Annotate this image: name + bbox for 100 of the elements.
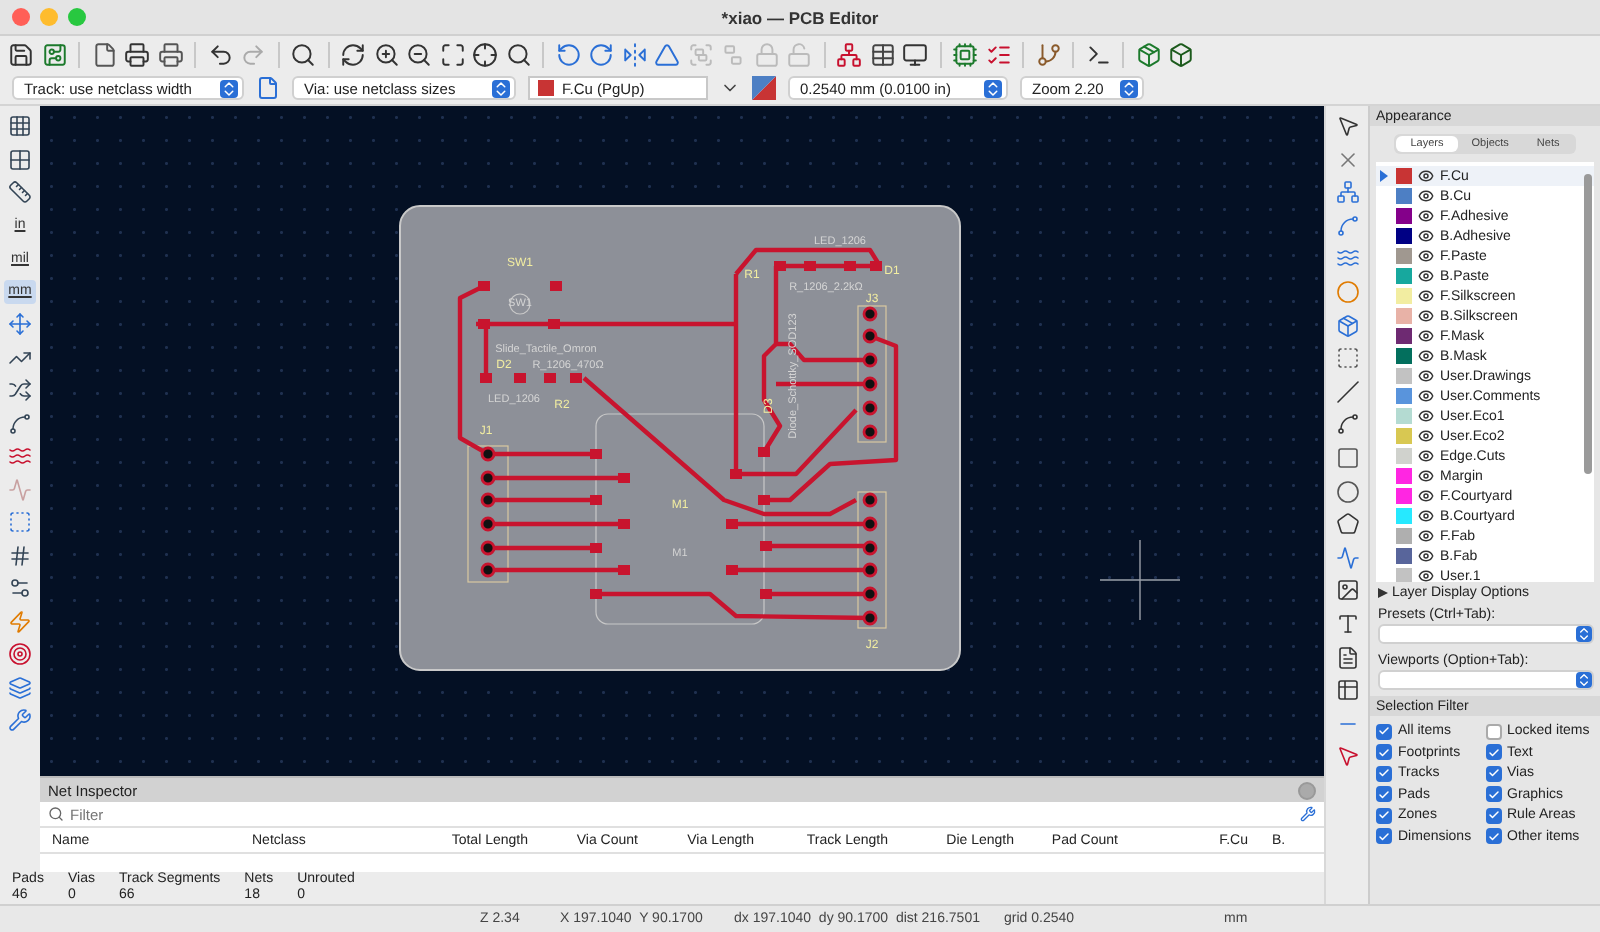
layers-icon[interactable] xyxy=(8,675,32,699)
circle-icon[interactable] xyxy=(1335,479,1359,504)
eye-icon[interactable] xyxy=(1418,488,1434,504)
checkbox[interactable] xyxy=(1485,744,1501,761)
eye-icon[interactable] xyxy=(1418,228,1434,244)
layer-color-swatch[interactable] xyxy=(1396,408,1412,424)
eye-icon[interactable] xyxy=(1418,548,1434,564)
image-icon[interactable] xyxy=(1335,578,1359,603)
checkbox[interactable] xyxy=(1485,723,1501,740)
layer-color-swatch[interactable] xyxy=(1396,528,1412,544)
net-icon[interactable] xyxy=(836,41,862,67)
layer-color-swatch[interactable] xyxy=(1396,288,1412,304)
file-icon[interactable] xyxy=(91,41,117,67)
eye-icon[interactable] xyxy=(1418,288,1434,304)
checkbox[interactable] xyxy=(1376,786,1392,803)
ruler-icon[interactable] xyxy=(8,180,32,204)
checkbox[interactable] xyxy=(1485,765,1501,782)
settings-icon[interactable] xyxy=(8,576,32,600)
eye-icon[interactable] xyxy=(1418,368,1434,384)
polygon-icon[interactable] xyxy=(1335,512,1359,537)
checkbox[interactable] xyxy=(1485,786,1501,803)
terminal-icon[interactable] xyxy=(1085,41,1111,67)
grid-icon[interactable] xyxy=(8,114,32,138)
eye-icon[interactable] xyxy=(1418,448,1434,464)
wrench-icon[interactable] xyxy=(8,708,32,732)
package-icon[interactable] xyxy=(1135,41,1161,67)
zoom-out-icon[interactable] xyxy=(406,41,432,67)
eye-icon[interactable] xyxy=(1418,208,1434,224)
flip-icon[interactable] xyxy=(621,41,647,67)
zoom-fit-icon[interactable] xyxy=(439,41,465,67)
layer-color-swatch[interactable] xyxy=(1396,388,1412,404)
box-icon[interactable] xyxy=(1168,41,1194,67)
refresh-icon[interactable] xyxy=(340,41,366,67)
textbox-icon[interactable] xyxy=(1335,645,1359,669)
circuit-board-icon[interactable] xyxy=(41,41,67,67)
checkbox[interactable] xyxy=(1485,807,1501,824)
eye-icon[interactable] xyxy=(1418,408,1434,424)
cross-icon[interactable] xyxy=(1335,147,1359,172)
eye-icon[interactable] xyxy=(1418,388,1434,404)
table-icon[interactable] xyxy=(1335,678,1359,703)
layer-color-swatch[interactable] xyxy=(1396,468,1412,484)
layer-color-swatch[interactable] xyxy=(1396,188,1412,204)
footprint-icon[interactable] xyxy=(1335,313,1359,338)
checklist-icon[interactable] xyxy=(985,41,1011,67)
presets-select[interactable] xyxy=(1378,624,1594,644)
zoom-in-icon[interactable] xyxy=(373,41,399,67)
eye-icon[interactable] xyxy=(1418,328,1434,344)
eye-icon[interactable] xyxy=(1418,468,1434,484)
layer-color-swatch[interactable] xyxy=(1396,208,1412,224)
eye-icon[interactable] xyxy=(1418,508,1434,524)
layer-color-swatch[interactable] xyxy=(1396,348,1412,364)
checkbox[interactable] xyxy=(1376,828,1392,845)
curve-icon[interactable] xyxy=(8,411,32,435)
checkbox[interactable] xyxy=(1485,828,1501,845)
document-icon[interactable] xyxy=(256,76,280,100)
ratsnest-icon[interactable] xyxy=(8,378,32,402)
save-icon[interactable] xyxy=(8,41,34,67)
layer-color-swatch[interactable] xyxy=(1396,488,1412,504)
viewports-select[interactable] xyxy=(1378,670,1594,690)
eye-icon[interactable] xyxy=(1418,568,1434,582)
scrollbar[interactable] xyxy=(1584,174,1592,474)
line-icon[interactable] xyxy=(1335,379,1359,404)
checkbox[interactable] xyxy=(1376,744,1392,761)
layer-color-swatch[interactable] xyxy=(1396,308,1412,324)
crosshair-icon[interactable] xyxy=(8,642,32,666)
track-icon[interactable] xyxy=(1335,213,1359,238)
layer-color-swatch[interactable] xyxy=(1396,328,1412,344)
wrench-icon[interactable] xyxy=(1300,806,1316,822)
checkbox[interactable] xyxy=(1376,807,1392,824)
zoom-selection-icon[interactable] xyxy=(505,41,531,67)
monitor-icon[interactable] xyxy=(902,41,928,67)
rotate-left-icon[interactable] xyxy=(555,41,581,67)
search-icon[interactable] xyxy=(290,41,316,67)
layer-color-swatch[interactable] xyxy=(1396,508,1412,524)
zone-icon[interactable] xyxy=(8,510,32,534)
eye-icon[interactable] xyxy=(1418,168,1434,184)
rotate-right-icon[interactable] xyxy=(588,41,614,67)
eye-icon[interactable] xyxy=(1418,308,1434,324)
eye-icon[interactable] xyxy=(1418,348,1434,364)
pointer-icon[interactable] xyxy=(1335,114,1359,138)
eye-icon[interactable] xyxy=(1418,248,1434,264)
layer-color-swatch[interactable] xyxy=(1396,168,1412,184)
layer-color-swatch[interactable] xyxy=(1396,428,1412,444)
eye-icon[interactable] xyxy=(1418,528,1434,544)
layer-color-swatch[interactable] xyxy=(1396,368,1412,384)
layer-color-swatch[interactable] xyxy=(1396,268,1412,284)
delete-tool-icon[interactable] xyxy=(1335,744,1359,769)
highlight-icon[interactable] xyxy=(8,609,32,633)
chip-icon[interactable] xyxy=(952,41,978,67)
eye-icon[interactable] xyxy=(1418,188,1434,204)
rectangle-icon[interactable] xyxy=(1335,445,1359,470)
eye-icon[interactable] xyxy=(1418,268,1434,284)
layer-color-swatch[interactable] xyxy=(1396,568,1412,582)
table-icon[interactable] xyxy=(869,41,895,67)
layer-color-swatch[interactable] xyxy=(1396,448,1412,464)
printer-icon[interactable] xyxy=(157,41,183,67)
meander-icon[interactable] xyxy=(1335,246,1359,271)
layer-color-swatch[interactable] xyxy=(1396,248,1412,264)
eye-icon[interactable] xyxy=(1418,428,1434,444)
text-icon[interactable] xyxy=(1335,611,1359,636)
